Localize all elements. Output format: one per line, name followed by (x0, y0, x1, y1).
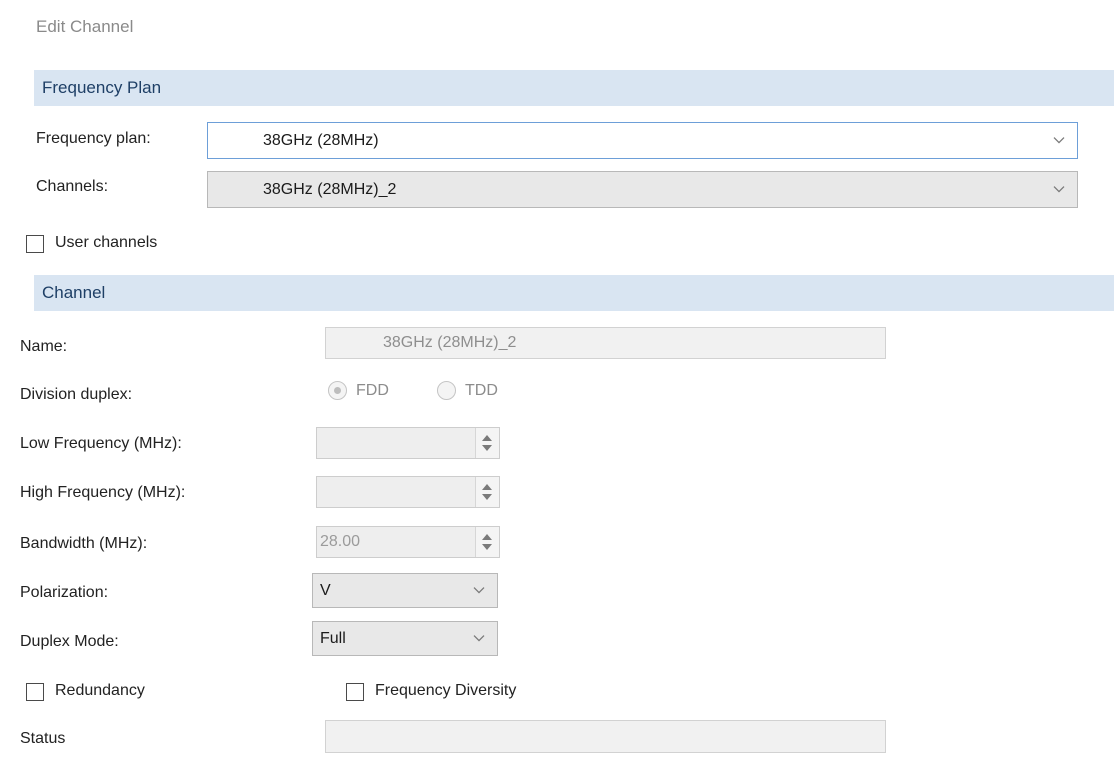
duplex-mode-dropdown[interactable]: Full (312, 621, 498, 656)
spin-arrows-icon[interactable] (475, 477, 499, 507)
name-label: Name: (20, 338, 68, 355)
frequency-diversity-checkbox[interactable] (346, 683, 364, 701)
channel-section-header: Channel (34, 275, 1114, 311)
chevron-down-icon (1053, 185, 1065, 193)
polarization-value: V (320, 581, 331, 599)
high-frequency-label: High Frequency (MHz): (20, 484, 186, 501)
status-label: Status (20, 730, 66, 747)
polarization-label: Polarization: (20, 584, 109, 601)
spin-arrows-icon[interactable] (475, 428, 499, 458)
chevron-down-icon (473, 586, 485, 594)
spin-arrows-icon[interactable] (475, 527, 499, 557)
bandwidth-spinner[interactable]: 28.00 (316, 526, 500, 558)
frequency-plan-label: Frequency plan: (36, 130, 151, 147)
division-duplex-label: Division duplex: (20, 386, 133, 403)
bandwidth-value: 28.00 (320, 533, 361, 550)
channels-label: Channels: (36, 178, 109, 195)
chevron-down-icon (473, 634, 485, 642)
channels-dropdown[interactable]: 38GHz (28MHz)_2 (207, 171, 1078, 208)
name-field-value: 38GHz (28MHz)_2 (383, 334, 517, 351)
polarization-dropdown[interactable]: V (312, 573, 498, 608)
radio-selected-dot (334, 387, 341, 394)
frequency-diversity-label: Frequency Diversity (375, 682, 517, 699)
frequency-plan-dropdown[interactable]: 38GHz (28MHz) (207, 122, 1078, 159)
channels-value: 38GHz (28MHz)_2 (263, 180, 397, 198)
redundancy-checkbox[interactable] (26, 683, 44, 701)
dialog-title: Edit Channel (36, 17, 134, 36)
low-frequency-label: Low Frequency (MHz): (20, 435, 182, 452)
fdd-label: FDD (356, 382, 389, 399)
user-channels-label: User channels (55, 234, 158, 251)
bandwidth-label: Bandwidth (MHz): (20, 535, 148, 552)
duplex-mode-label: Duplex Mode: (20, 633, 119, 650)
status-field (325, 720, 886, 753)
tdd-radio[interactable] (437, 381, 456, 400)
chevron-down-icon (1053, 136, 1065, 144)
redundancy-label: Redundancy (55, 682, 145, 699)
user-channels-checkbox[interactable] (26, 235, 44, 253)
low-frequency-spinner[interactable] (316, 427, 500, 459)
duplex-mode-value: Full (320, 629, 346, 647)
high-frequency-spinner[interactable] (316, 476, 500, 508)
tdd-label: TDD (465, 382, 498, 399)
fdd-radio[interactable] (328, 381, 347, 400)
name-field[interactable]: 38GHz (28MHz)_2 (325, 327, 886, 359)
frequency-plan-value: 38GHz (28MHz) (263, 131, 379, 149)
frequency-plan-section-header: Frequency Plan (34, 70, 1114, 106)
